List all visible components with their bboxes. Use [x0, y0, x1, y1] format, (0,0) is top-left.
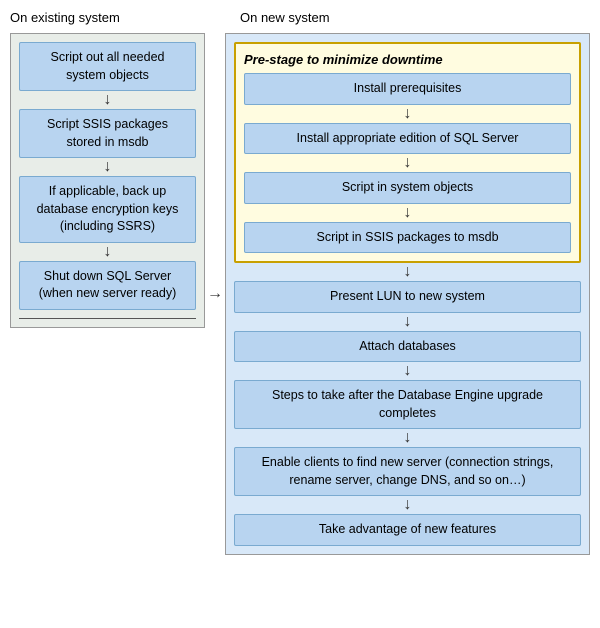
right-panel: Pre-stage to minimize downtime Install p… [225, 33, 590, 555]
prestage-arrow-1: ↓ [244, 105, 571, 123]
left-steps-container: Script out all needed system objects ↓ S… [10, 33, 205, 328]
prestage-label: Pre-stage to minimize downtime [244, 52, 571, 67]
prestage-arrow-3: ↓ [244, 204, 571, 222]
left-step-1: Script out all needed system objects [19, 42, 196, 91]
left-step-3: If applicable, back up database encrypti… [19, 176, 196, 243]
left-step-4: Shut down SQL Server (when new server re… [19, 261, 196, 310]
diagram-container: On existing system On new system Script … [10, 10, 590, 555]
right-step-4: Enable clients to find new server (conne… [234, 447, 581, 496]
prestage-step-3: Script in system objects [244, 172, 571, 204]
arrow-3: ↓ [19, 243, 196, 261]
left-panel: Script out all needed system objects ↓ S… [10, 33, 205, 328]
prestage-arrow-2: ↓ [244, 154, 571, 172]
right-arrow: → [207, 285, 223, 303]
right-arrow-5: ↓ [234, 496, 581, 514]
prestage-box: Pre-stage to minimize downtime Install p… [234, 42, 581, 263]
title-row: On existing system On new system [10, 10, 590, 25]
right-step-3: Steps to take after the Database Engine … [234, 380, 581, 429]
arrow-1: ↓ [19, 91, 196, 109]
right-arrow-1: ↓ [234, 263, 581, 281]
prestage-step-4: Script in SSIS packages to msdb [244, 222, 571, 254]
right-step-5: Take advantage of new features [234, 514, 581, 546]
mid-connector: → [205, 33, 225, 555]
right-step-2: Attach databases [234, 331, 581, 363]
right-arrow-3: ↓ [234, 362, 581, 380]
left-title: On existing system [10, 10, 205, 25]
right-title: On new system [225, 10, 590, 25]
right-arrow-2: ↓ [234, 313, 581, 331]
left-step-2: Script SSIS packages stored in msdb [19, 109, 196, 158]
prestage-step-1: Install prerequisites [244, 73, 571, 105]
prestage-step-2: Install appropriate edition of SQL Serve… [244, 123, 571, 155]
right-arrow-4: ↓ [234, 429, 581, 447]
right-step-1: Present LUN to new system [234, 281, 581, 313]
arrow-2: ↓ [19, 158, 196, 176]
right-steps-container: Pre-stage to minimize downtime Install p… [225, 33, 590, 555]
